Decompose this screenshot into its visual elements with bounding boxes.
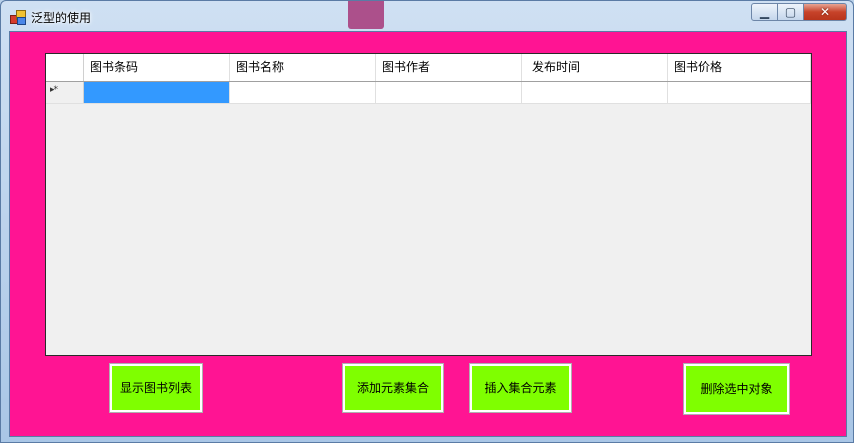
- grid-corner-header[interactable]: [46, 54, 84, 81]
- grid-header: 图书条码 图书名称 图书作者 发布时间 图书价格: [46, 54, 811, 82]
- close-button[interactable]: ✕: [804, 3, 847, 21]
- app-window: 泛型的使用 ▁ ▢ ✕ 图书条码 图书名称 图书作者 发布时间 图书价格 ▸*: [0, 0, 854, 443]
- minimize-button[interactable]: ▁: [751, 3, 778, 21]
- column-header-author[interactable]: 图书作者: [376, 54, 522, 81]
- row-header[interactable]: ▸*: [46, 82, 84, 103]
- app-icon: [10, 10, 26, 25]
- form-client-area: 图书条码 图书名称 图书作者 发布时间 图书价格 ▸* 显示图书列表 添加元素集…: [9, 31, 847, 437]
- new-row-marker-icon: ▸*: [50, 85, 58, 95]
- column-header-name[interactable]: 图书名称: [230, 54, 376, 81]
- grid-cell-publish-date[interactable]: [522, 82, 668, 103]
- maximize-icon: ▢: [784, 5, 797, 19]
- column-header-barcode[interactable]: 图书条码: [84, 54, 230, 81]
- add-collection-button[interactable]: 添加元素集合: [342, 363, 444, 413]
- show-book-list-button[interactable]: 显示图书列表: [109, 363, 203, 413]
- grid-cell-barcode[interactable]: [84, 82, 230, 103]
- title-bar-highlight: [348, 1, 384, 29]
- book-data-grid[interactable]: 图书条码 图书名称 图书作者 发布时间 图书价格 ▸*: [45, 53, 812, 356]
- grid-cell-price[interactable]: [668, 82, 811, 103]
- column-header-price[interactable]: 图书价格: [668, 54, 811, 81]
- maximize-button[interactable]: ▢: [778, 3, 804, 21]
- insert-collection-button[interactable]: 插入集合元素: [469, 363, 572, 413]
- grid-cell-name[interactable]: [230, 82, 376, 103]
- table-row[interactable]: ▸*: [46, 82, 811, 104]
- minimize-icon: ▁: [759, 5, 770, 19]
- title-bar[interactable]: 泛型的使用 ▁ ▢ ✕: [1, 1, 853, 31]
- close-icon: ✕: [819, 5, 831, 19]
- column-header-publish-date[interactable]: 发布时间: [522, 54, 668, 81]
- delete-selected-button[interactable]: 删除选中对象: [683, 363, 790, 415]
- window-title: 泛型的使用: [31, 11, 92, 25]
- grid-cell-author[interactable]: [376, 82, 522, 103]
